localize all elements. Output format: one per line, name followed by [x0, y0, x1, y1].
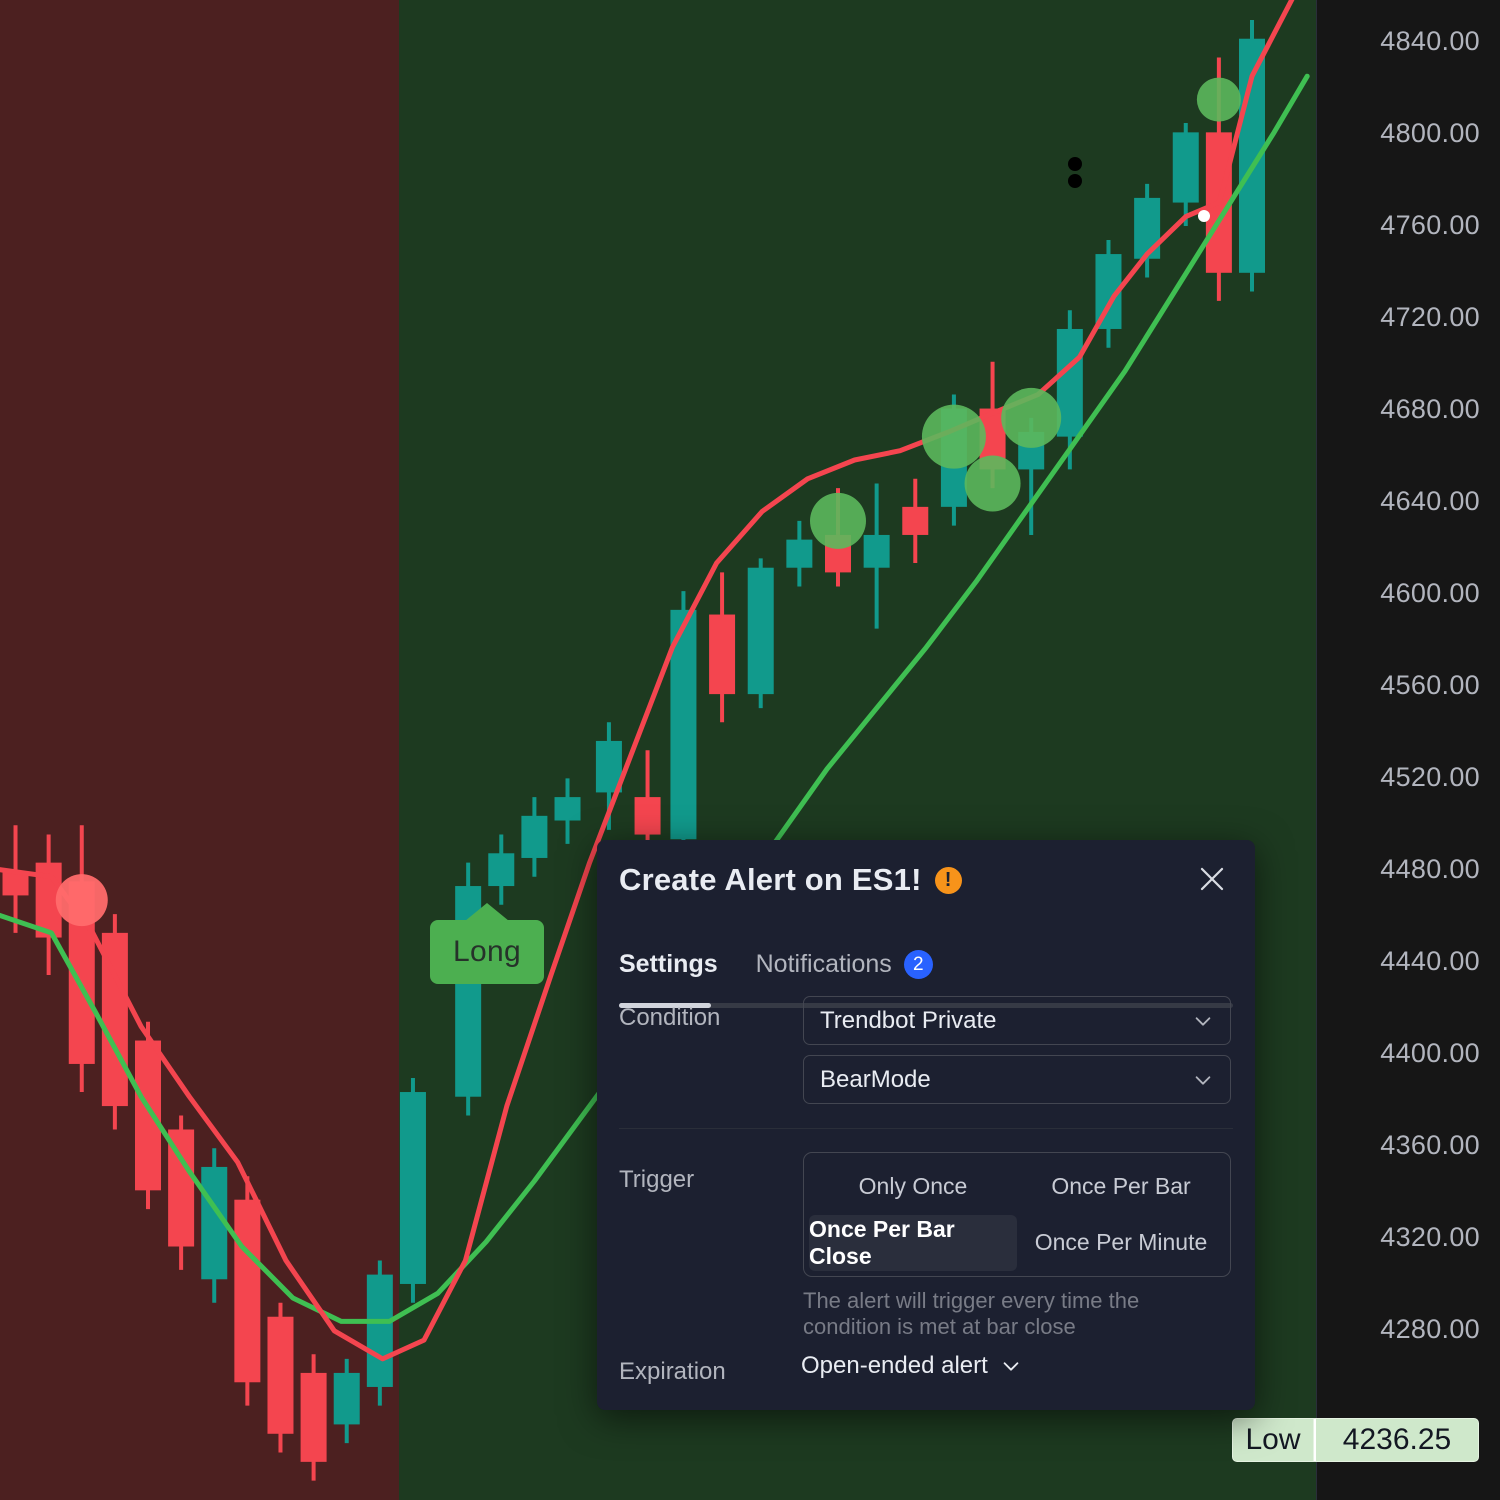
trading-chart-screen: Long 4840.00 4800.00 4760.00 4720.00 4680.00… — [0, 0, 1500, 1500]
notifications-count-badge: 2 — [903, 950, 933, 979]
price-tick-label: 4680.00 — [1380, 394, 1480, 424]
condition-primary-value: Trendbot Private — [820, 1006, 997, 1034]
price-axis[interactable]: 4840.00 4800.00 4760.00 4720.00 4680.00 4640.… — [1316, 0, 1500, 1500]
price-tick-label: 4480.00 — [1380, 854, 1480, 884]
expiration-label: Expiration — [619, 1358, 726, 1385]
price-tick-label: 4520.00 — [1380, 762, 1480, 792]
price-tick-label: 4800.00 — [1380, 118, 1480, 148]
expiration-select[interactable]: Open-ended alert — [801, 1352, 1022, 1380]
axis-separator — [1316, 0, 1317, 1500]
condition-secondary-select[interactable]: BearMode — [803, 1055, 1231, 1104]
chevron-down-icon — [1192, 1069, 1214, 1091]
close-icon[interactable] — [1191, 858, 1233, 900]
price-tick-label: 4280.00 — [1380, 1314, 1480, 1344]
trigger-option-once-per-bar-close[interactable]: Once Per Bar Close — [809, 1214, 1017, 1271]
condition-primary-select[interactable]: Trendbot Private — [803, 996, 1231, 1045]
dialog-header: Create Alert on ES1! ! — [619, 862, 1233, 898]
tab-settings-label: Settings — [619, 950, 718, 978]
tab-notifications-label: Notifications — [755, 950, 892, 978]
low-badge-label: Low — [1232, 1418, 1314, 1462]
low-price-badge: Low 4236.25 — [1232, 1418, 1479, 1462]
dialog-divider — [619, 1128, 1233, 1129]
price-tick-label: 4320.00 — [1380, 1222, 1480, 1252]
trigger-helper-text: The alert will trigger every time the co… — [803, 1288, 1140, 1339]
warning-exclamation-icon: ! — [934, 866, 962, 894]
price-tick-label: 4400.00 — [1380, 1038, 1480, 1068]
trigger-option-once-per-minute[interactable]: Once Per Minute — [1017, 1215, 1225, 1272]
dialog-title: Create Alert on ES1! — [619, 862, 922, 897]
tab-notifications[interactable]: Notifications 2 — [756, 950, 933, 979]
dialog-tabs: Settings Notifications 2 — [619, 950, 933, 979]
chevron-down-icon — [1000, 1355, 1022, 1377]
price-tick-label: 4560.00 — [1380, 670, 1480, 700]
condition-secondary-value: BearMode — [820, 1065, 931, 1093]
create-alert-dialog: Create Alert on ES1! ! Settings Notifica… — [597, 840, 1255, 1410]
trigger-option-only-once[interactable]: Only Once — [809, 1158, 1017, 1215]
price-tick-label: 4440.00 — [1380, 946, 1480, 976]
trigger-option-once-per-bar[interactable]: Once Per Bar — [1017, 1158, 1225, 1215]
price-tick-label: 4760.00 — [1380, 210, 1480, 240]
expiration-value: Open-ended alert — [801, 1352, 988, 1379]
chevron-down-icon — [1192, 1010, 1214, 1032]
condition-label: Condition — [619, 1004, 721, 1031]
trigger-option-group: Only Once Once Per Bar Once Per Bar Clos… — [803, 1152, 1231, 1277]
price-tick-label: 4840.00 — [1380, 26, 1480, 56]
price-tick-label: 4600.00 — [1380, 578, 1480, 608]
trigger-label: Trigger — [619, 1166, 695, 1193]
price-tick-label: 4360.00 — [1380, 1130, 1480, 1160]
tab-settings[interactable]: Settings — [619, 950, 718, 979]
price-tick-label: 4720.00 — [1380, 302, 1480, 332]
long-entry-marker[interactable]: Long — [430, 903, 544, 984]
price-tick-label: 4640.00 — [1380, 486, 1480, 516]
long-marker-pointer — [465, 903, 509, 921]
long-marker-label: Long — [453, 935, 521, 968]
low-badge-value: 4236.25 — [1314, 1418, 1479, 1462]
